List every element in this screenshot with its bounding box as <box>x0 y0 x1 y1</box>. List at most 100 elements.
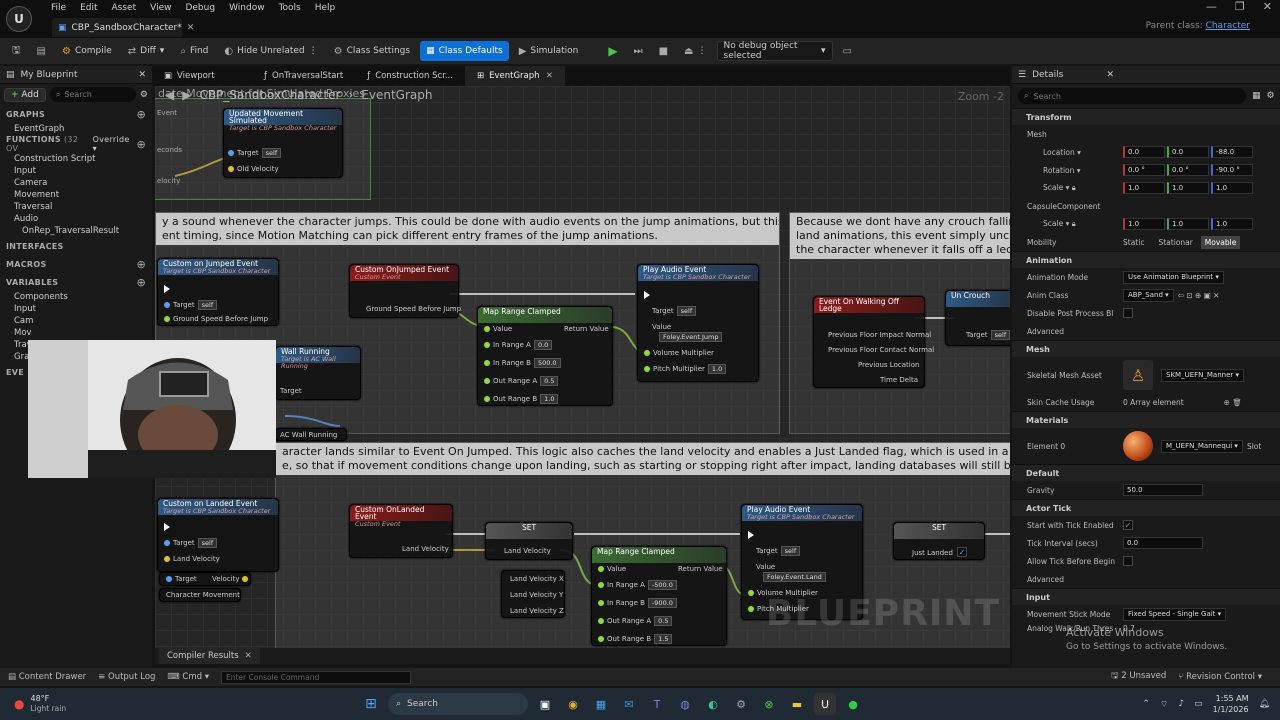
section-materials[interactable]: Materials <box>1012 411 1280 428</box>
task-view-icon[interactable]: ▣ <box>534 693 556 715</box>
menu-asset[interactable]: Asset <box>105 1 144 15</box>
add-element-icon[interactable]: ⊕ 🗑︎ <box>1224 398 1242 407</box>
back-icon[interactable]: ◀ <box>165 88 174 102</box>
eject-button[interactable]: ⏏ ⋮ <box>678 41 712 61</box>
scale-x-field[interactable]: 1.0 <box>1123 182 1165 194</box>
target-pin[interactable]: Target self <box>756 546 801 556</box>
node-custom-on-jumped-event[interactable]: Custom on Jumped Event Target is CBP Sand… <box>157 258 279 326</box>
in-range-b-pin[interactable]: In Range B 500.0 <box>484 358 561 368</box>
anim-class-select[interactable]: ABP_Sand ▾ <box>1123 288 1174 302</box>
variables-section[interactable]: VARIABLES ⊕ <box>0 273 152 291</box>
chrome-icon[interactable]: ◉ <box>562 693 584 715</box>
node-event-on-walking-off-ledge[interactable]: Event On Walking Off Ledge Previous Floo… <box>813 296 934 388</box>
volume-icon[interactable]: ♪ <box>1178 699 1184 709</box>
row-label[interactable]: Scale ▾ 🔒︎ <box>1027 219 1123 229</box>
menu-window[interactable]: Window <box>222 1 272 15</box>
close-panel-icon[interactable]: ✕ <box>138 70 146 80</box>
lock-icon[interactable]: 🔒︎ <box>1072 183 1076 192</box>
exec-pin[interactable] <box>164 523 170 532</box>
my-blueprint-search-input[interactable]: ⌕ Search <box>49 87 136 102</box>
override-dropdown[interactable]: Override ▾ <box>93 135 137 153</box>
pin-value[interactable]: 500.0 <box>533 358 561 368</box>
section-mesh[interactable]: Mesh <box>1012 340 1280 357</box>
pitch-multiplier-pin[interactable]: Pitch Multiplier 1.0 <box>644 364 727 374</box>
row-label[interactable]: Rotation ▾ <box>1027 166 1123 175</box>
subsection-mesh[interactable]: Mesh <box>1012 125 1280 143</box>
variable-category[interactable]: Cam <box>0 315 152 327</box>
character-movement-pin[interactable]: Character Movement <box>166 591 240 600</box>
out-range-a-pin[interactable]: Out Range A 0.5 <box>484 376 559 386</box>
cmd-dropdown[interactable]: ⌨ Cmd ▾ <box>167 672 209 682</box>
event-pin[interactable]: Previous Floor Impact Normal <box>828 331 931 340</box>
tab-viewport[interactable]: ▣ Viewport <box>152 66 252 86</box>
menu-help[interactable]: Help <box>308 1 343 15</box>
target-pin[interactable]: Target self <box>164 300 218 310</box>
scale-y-field[interactable]: 1.0 <box>1167 182 1209 194</box>
allow-tick-checkbox[interactable] <box>1123 556 1133 566</box>
close-panel-icon[interactable]: ✕ <box>1106 70 1114 80</box>
location-x-field[interactable]: 0.0 <box>1123 146 1165 158</box>
return-value-pin[interactable]: Return Value <box>564 325 609 334</box>
return-value-pin[interactable]: Return Value <box>678 565 723 574</box>
out-range-b-pin[interactable]: Out Range B 1.5 <box>598 634 673 644</box>
in-range-a-pin[interactable]: In Range A 0.0 <box>484 340 553 350</box>
functions-section[interactable]: FUNCTIONS (32 OV Override ▾ ⊕ <box>0 135 152 153</box>
simulation-button[interactable]: ▶ Simulation <box>513 41 585 61</box>
maximize-button[interactable]: ❐ <box>1235 0 1245 14</box>
out-range-b-pin[interactable]: Out Range B 1.0 <box>484 394 559 404</box>
row-advanced[interactable]: Advanced <box>1012 322 1280 340</box>
movement-stick-select[interactable]: Fixed Speed - Single Gait ▾ <box>1123 607 1227 621</box>
function-item[interactable]: Input <box>0 165 152 177</box>
rotation-z-field[interactable]: -90.0 ° <box>1211 164 1253 176</box>
value-pin[interactable]: Value <box>652 323 671 332</box>
node-custom-onjumped-event[interactable]: Custom OnJumped Event Custom Event Ground… <box>349 264 461 318</box>
scale-y-field[interactable]: 1.0 <box>1167 218 1209 230</box>
land-velocity-z-pin[interactable]: Land Velocity Z <box>510 607 564 616</box>
pin-value[interactable]: 1.0 <box>540 394 559 404</box>
breadcrumb-class[interactable]: CBP_SandboxCharacter <box>199 88 340 102</box>
tab-construction-script[interactable]: ƒ Construction Scr... <box>355 66 465 86</box>
graph-item-eventgraph[interactable]: EventGraph <box>0 123 152 135</box>
tray-chevron-icon[interactable]: ⌃ <box>1142 699 1150 709</box>
content-drawer-button[interactable]: ▤ Content Drawer <box>8 672 86 682</box>
scale-x-field[interactable]: 1.0 <box>1123 218 1165 230</box>
tab-ontraversalstart[interactable]: ƒ OnTraversalStart <box>252 66 355 86</box>
function-item[interactable]: Construction Script <box>0 153 152 165</box>
windows-start-icon[interactable]: ⊞ <box>360 693 382 715</box>
function-item[interactable]: Movement <box>0 189 152 201</box>
node-uncrouch[interactable]: Un Crouch Target self <box>945 290 1010 346</box>
macros-section[interactable]: MACROS ⊕ <box>0 255 152 273</box>
weather-widget[interactable]: ● 48°F Light rain <box>0 694 200 714</box>
gameplay-tag-value[interactable]: Foley.Event.Land <box>760 572 826 582</box>
parent-class-link[interactable]: Character <box>1206 21 1250 31</box>
browse-button[interactable]: ▤ <box>31 41 52 61</box>
taskbar-search-box[interactable]: ⌕ Search <box>388 693 528 715</box>
minimize-button[interactable]: — <box>1206 0 1217 14</box>
ac-wall-running-pin[interactable]: AC Wall Running <box>280 431 337 440</box>
menu-file[interactable]: File <box>44 1 73 15</box>
section-animation[interactable]: Animation <box>1012 251 1280 268</box>
teams-icon[interactable]: T <box>646 693 668 715</box>
old-velocity-pin[interactable]: Old Velocity <box>228 165 279 174</box>
event-pin[interactable]: Previous Floor Contact Normal <box>828 346 934 355</box>
target-pin[interactable]: Target <box>166 575 197 584</box>
console-command-input[interactable]: Enter Console Command <box>221 670 411 684</box>
target-pin[interactable]: Target self <box>966 330 1010 340</box>
forward-icon[interactable]: ▶ <box>182 88 191 102</box>
section-input[interactable]: Input <box>1012 588 1280 605</box>
rotation-y-field[interactable]: 0.0 ° <box>1167 164 1209 176</box>
add-button[interactable]: + Add <box>4 87 46 102</box>
gear-icon[interactable]: ⚙ <box>140 90 148 100</box>
pin-value[interactable]: 0.0 <box>533 340 553 350</box>
land-velocity-x-pin[interactable]: Land Velocity X <box>510 575 564 584</box>
menu-tools[interactable]: Tools <box>272 1 308 15</box>
lock-icon[interactable]: 🔒︎ <box>1072 219 1076 228</box>
scale-z-field[interactable]: 1.0 <box>1211 218 1253 230</box>
play-button[interactable]: ▶ <box>602 41 623 61</box>
in-range-b-pin[interactable]: In Range B -900.0 <box>598 598 677 608</box>
variable-category[interactable]: Components <box>0 291 152 303</box>
obs-icon[interactable]: ● <box>842 693 864 715</box>
node-updated-movement[interactable]: Updated Movement Simulated Target is CBP … <box>223 108 343 178</box>
outlook-icon[interactable]: ✉ <box>618 693 640 715</box>
value-pin[interactable]: Value <box>756 563 775 572</box>
